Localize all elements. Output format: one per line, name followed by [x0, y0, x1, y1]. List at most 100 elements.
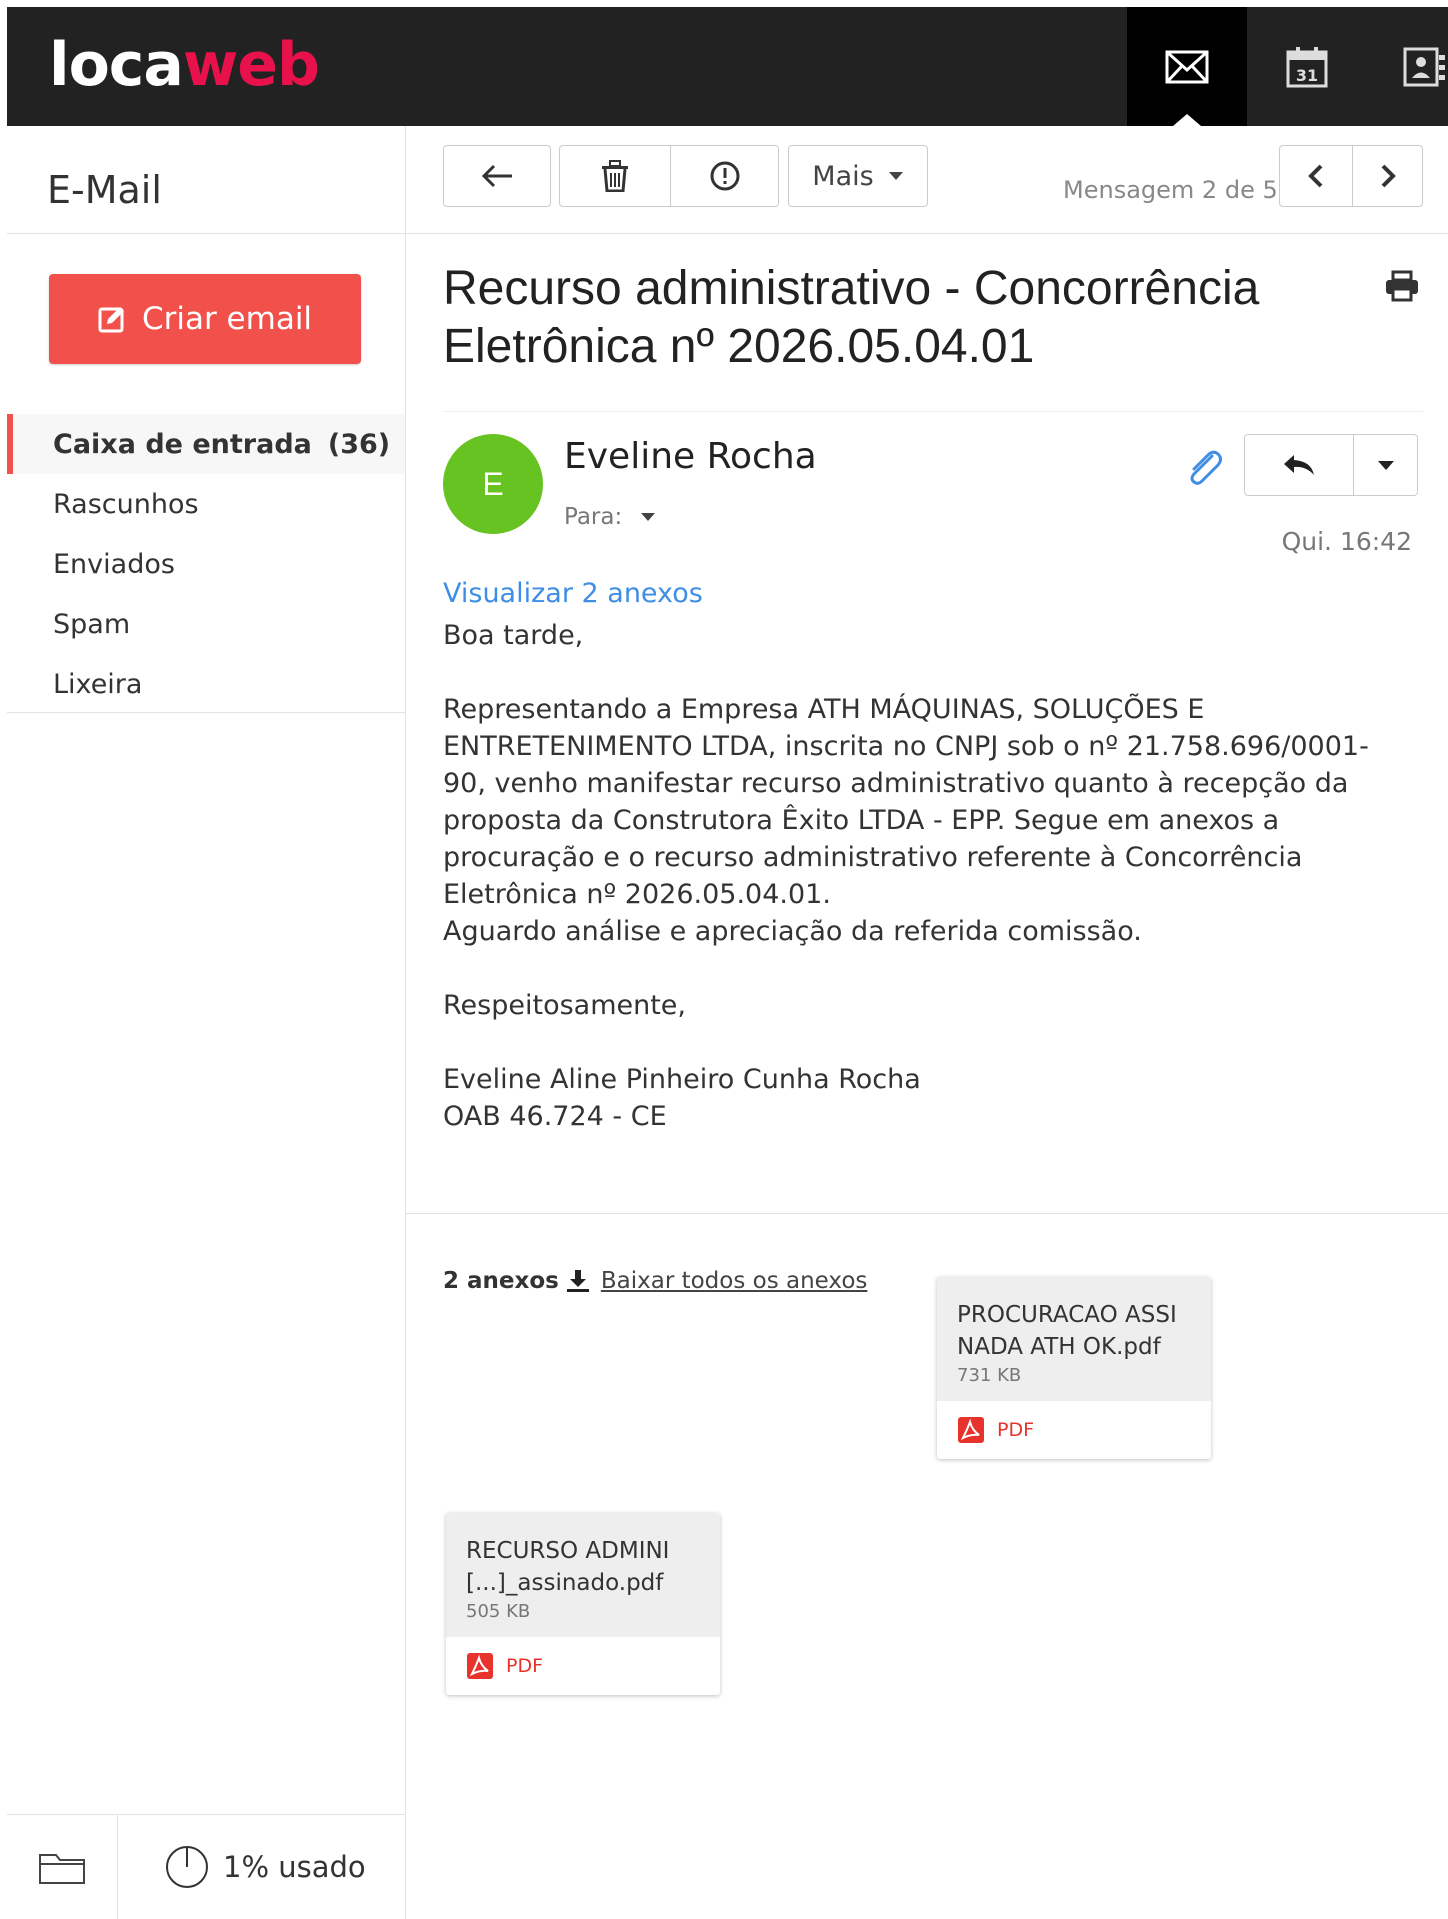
attachment-card[interactable]: RECURSO ADMINI[...]_assinado.pdf 505 KB …	[446, 1513, 720, 1695]
sidebar-footer: 1% usado	[7, 1814, 405, 1919]
app-tab-mail[interactable]	[1127, 7, 1247, 126]
body-paragraph	[443, 950, 1403, 987]
previous-message-button[interactable]	[1280, 146, 1353, 206]
message-date: Qui. 16:42	[1281, 527, 1412, 556]
contacts-icon	[1403, 47, 1445, 86]
usage-label: 1% usado	[223, 1850, 366, 1884]
attachment-name: RECURSO ADMINI[...]_assinado.pdf	[466, 1538, 670, 1596]
caret-down-icon	[641, 513, 656, 521]
folder-label: Spam	[53, 608, 131, 640]
folder-label: Caixa de entrada	[53, 428, 312, 460]
more-actions-button[interactable]: Mais	[788, 145, 928, 207]
folder-sent[interactable]: Enviados	[7, 534, 405, 594]
folder-list: Caixa de entrada (36) Rascunhos Enviados…	[7, 414, 405, 714]
body-paragraph: Boa tarde,	[443, 620, 584, 651]
printer-icon	[1386, 270, 1418, 302]
logo-text-red: web	[182, 30, 320, 100]
folder-manager-button[interactable]	[7, 1815, 118, 1919]
sender-name[interactable]: Eveline Rocha	[564, 436, 817, 477]
folder-inbox[interactable]: Caixa de entrada (36)	[7, 414, 405, 474]
sidebar: E-Mail Criar email Caixa de entrada (36)…	[7, 126, 406, 1919]
download-all-link[interactable]: Baixar todos os anexos	[601, 1268, 868, 1294]
print-button[interactable]	[1384, 270, 1420, 306]
reply-options-button[interactable]	[1354, 435, 1417, 495]
arrow-left-icon	[481, 164, 512, 188]
message-nav-group	[1279, 145, 1423, 207]
to-label: Para:	[564, 504, 623, 530]
attachment-type: PDF	[937, 1401, 1211, 1459]
message-view: Mais Mensagem 2 de 59 Recurso administra…	[406, 126, 1448, 1919]
attachment-info: PROCURACAO ASSINADA ATH OK.pdf 731 KB	[937, 1277, 1211, 1401]
folder-icon	[39, 1853, 85, 1884]
message-subject: Recurso administrativo - Concorrência El…	[443, 262, 1260, 373]
message-toolbar: Mais Mensagem 2 de 59	[406, 126, 1448, 234]
attachment-size: 731 KB	[957, 1365, 1022, 1386]
delete-button[interactable]	[560, 146, 671, 206]
attachment-type: PDF	[446, 1637, 720, 1695]
top-bar: locaweb 31	[7, 7, 1448, 126]
folder-drafts[interactable]: Rascunhos	[7, 474, 405, 534]
caret-down-icon	[1377, 460, 1394, 470]
attachment-type-label: PDF	[506, 1655, 544, 1677]
chevron-left-icon	[1308, 164, 1323, 188]
body-paragraph: Representando a Empresa ATH MÁQUINAS, SO…	[443, 694, 1369, 910]
attachments-count: 2 anexos	[443, 1268, 559, 1294]
storage-usage[interactable]: 1% usado	[165, 1845, 366, 1889]
attachments-header: 2 anexos Baixar todos os anexos	[443, 1268, 867, 1294]
caret-down-icon	[888, 172, 903, 180]
pdf-icon	[958, 1417, 984, 1443]
attachment-size: 505 KB	[466, 1601, 531, 1622]
reply-button[interactable]	[1245, 435, 1354, 495]
sender-avatar: E	[443, 434, 543, 534]
attachment-name: PROCURACAO ASSINADA ATH OK.pdf	[957, 1302, 1177, 1360]
folder-label: Enviados	[53, 548, 175, 580]
section-title: E-Mail	[47, 168, 162, 212]
message-body: Boa tarde, Representando a Empresa ATH M…	[443, 617, 1403, 1135]
reply-group	[1244, 434, 1418, 496]
mail-icon	[1165, 50, 1209, 83]
divider	[406, 1213, 1448, 1214]
create-email-button[interactable]: Criar email	[49, 274, 361, 364]
body-paragraph	[443, 1024, 1403, 1061]
app-frame: locaweb 31 E-Mail Criar email Caixa de e…	[7, 7, 1448, 1919]
body-paragraph: Aguardo análise e apreciação da referida…	[443, 916, 1142, 947]
delete-spam-group	[559, 145, 779, 207]
attachment-indicator	[1184, 448, 1224, 492]
app-tab-calendar[interactable]: 31	[1247, 7, 1367, 126]
reply-icon	[1284, 455, 1314, 475]
more-label: Mais	[812, 160, 874, 192]
body-paragraph	[443, 654, 1403, 691]
back-button[interactable]	[443, 145, 551, 207]
message-position: Mensagem 2 de 59	[1063, 176, 1293, 204]
recipients-toggle[interactable]: Para:	[564, 504, 656, 530]
view-attachments-link[interactable]: Visualizar 2 anexos	[443, 578, 703, 609]
paperclip-icon	[1190, 450, 1222, 485]
app-tab-contacts[interactable]	[1367, 7, 1448, 126]
attachment-card[interactable]: PROCURACAO ASSINADA ATH OK.pdf 731 KB PD…	[937, 1277, 1211, 1459]
alert-circle-icon	[710, 161, 739, 191]
attachment-info: RECURSO ADMINI[...]_assinado.pdf 505 KB	[446, 1513, 720, 1637]
chevron-right-icon	[1381, 164, 1396, 188]
logo-text-white: loca	[49, 30, 184, 100]
next-message-button[interactable]	[1353, 146, 1422, 206]
folder-label: Rascunhos	[53, 488, 199, 520]
folder-trash[interactable]: Lixeira	[7, 654, 405, 714]
body-paragraph: OAB 46.724 - CE	[443, 1101, 667, 1132]
calendar-icon: 31	[1286, 46, 1328, 87]
divider	[7, 233, 405, 234]
pdf-icon	[467, 1653, 493, 1679]
compose-icon	[98, 307, 124, 333]
calendar-day: 31	[1296, 66, 1318, 85]
locaweb-logo[interactable]: locaweb	[49, 35, 320, 95]
attachment-type-label: PDF	[997, 1419, 1035, 1441]
trash-icon	[602, 160, 628, 192]
divider	[443, 411, 1423, 412]
folder-label: Lixeira	[53, 668, 143, 700]
unread-count: (36)	[327, 428, 391, 460]
body-paragraph: Respeitosamente,	[443, 990, 686, 1021]
folder-spam[interactable]: Spam	[7, 594, 405, 654]
body-paragraph: Eveline Aline Pinheiro Cunha Rocha	[443, 1064, 921, 1095]
pie-usage-icon	[166, 1846, 208, 1888]
divider	[7, 712, 405, 713]
report-spam-button[interactable]	[671, 146, 778, 206]
